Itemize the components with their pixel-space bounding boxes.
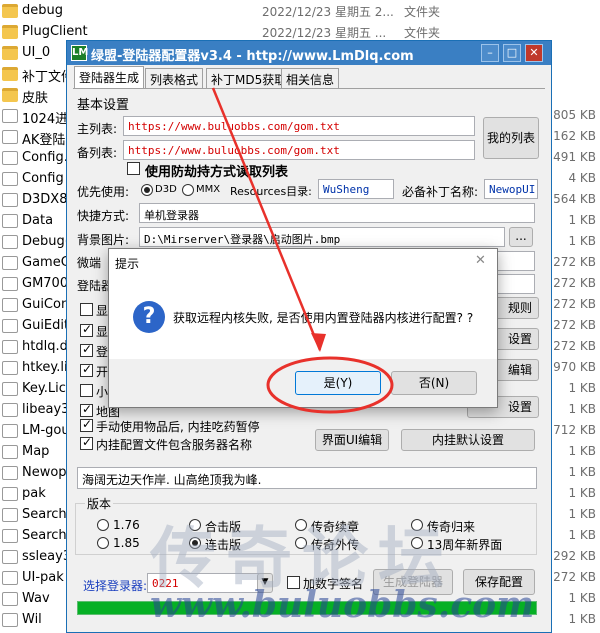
annotation-arrow-line: [211, 87, 322, 351]
annotation-circle: [266, 356, 394, 414]
watermark-url: www.buluobbs.com: [150, 584, 535, 626]
